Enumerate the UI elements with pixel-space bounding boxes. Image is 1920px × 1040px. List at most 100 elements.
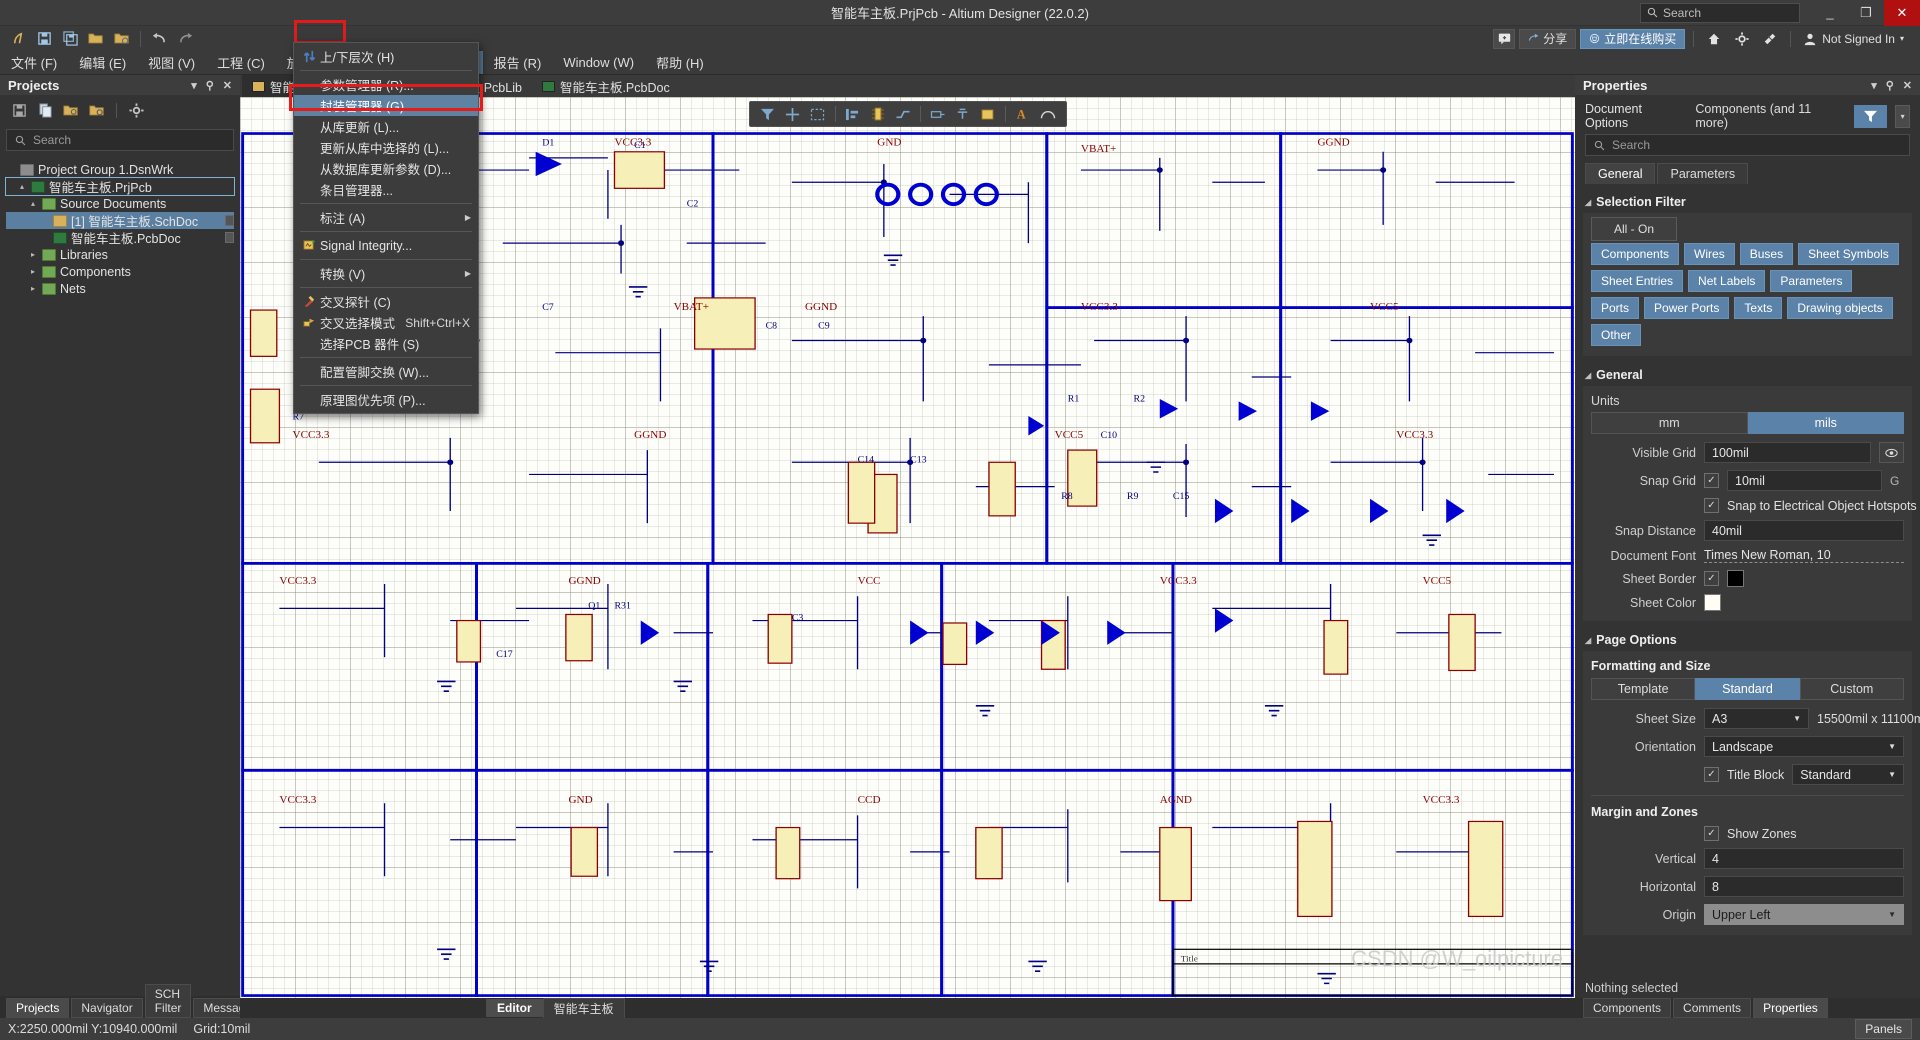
close-icon[interactable]: ✕ (223, 79, 232, 92)
tree-item-1[interactable]: ▴ 智能车主板.PrjPcb (5, 177, 235, 196)
filter-chip-power-ports[interactable]: Power Ports (1644, 297, 1730, 319)
buy-online-button[interactable]: 立即在线购买 (1580, 28, 1686, 49)
open-project-icon[interactable] (62, 101, 80, 119)
align-icon[interactable] (842, 104, 864, 124)
altium-logo-icon[interactable] (6, 28, 30, 50)
snap-distance-input[interactable]: 40mil (1704, 520, 1904, 541)
copy-icon[interactable] (36, 101, 54, 119)
tree-item-4[interactable]: 智能车主板.PcbDoc (6, 229, 234, 246)
tools-menu-item-6[interactable]: 条目管理器... (294, 179, 478, 200)
tools-menu-item-10[interactable]: 交叉探针 (C) (294, 291, 478, 312)
tools-menu-item-11[interactable]: 交叉选择模式 Shift+Ctrl+X (294, 312, 478, 333)
save-icon[interactable] (32, 28, 56, 50)
left-tab-navigator[interactable]: Navigator (71, 998, 143, 1018)
visible-grid-input[interactable]: 100mil (1704, 442, 1871, 463)
filter-chip-components[interactable]: Components (1591, 243, 1680, 265)
left-tab-sch-filter[interactable]: SCH Filter (144, 984, 192, 1018)
close-project-icon[interactable] (88, 101, 106, 119)
save-icon[interactable] (10, 101, 28, 119)
gear-icon[interactable] (1730, 28, 1754, 50)
orientation-select[interactable]: Landscape ▼ (1704, 736, 1904, 757)
undo-icon[interactable] (147, 28, 171, 50)
tree-item-6[interactable]: ▸ Components (6, 263, 234, 280)
sheet-color-swatch[interactable] (1704, 594, 1721, 611)
tools-menu-item-0[interactable]: 上/下层次 (H) (294, 46, 478, 67)
format-option-template[interactable]: Template (1591, 678, 1696, 700)
tools-menu-item-5[interactable]: 从数据库更新参数 (D)... (294, 158, 478, 179)
tree-item-5[interactable]: ▸ Libraries (6, 246, 234, 263)
tools-menu-item-14[interactable]: 原理图优先项 (P)... (294, 389, 478, 410)
properties-bottom-tab-components[interactable]: Components (1583, 998, 1672, 1018)
snap-hotspots-checkbox[interactable]: ✓ (1704, 498, 1719, 513)
doc-tab-2[interactable]: 智能车主板.PcbDoc (532, 75, 680, 97)
tree-item-2[interactable]: ▴ Source Documents (6, 195, 234, 212)
minimize-button[interactable]: _ (1812, 0, 1848, 26)
show-zones-checkbox[interactable]: ✓ (1704, 826, 1719, 841)
close-icon[interactable]: ✕ (1903, 79, 1912, 92)
sheet-border-color-swatch[interactable] (1727, 570, 1744, 587)
format-option-custom[interactable]: Custom (1799, 678, 1904, 700)
filter-chip-other[interactable]: Other (1591, 324, 1642, 346)
tools-menu-item-8[interactable]: Signal Integrity... (294, 235, 478, 256)
tools-menu-item-12[interactable]: 选择PCB 器件 (S) (294, 333, 478, 354)
properties-tab-parameters[interactable]: Parameters (1657, 163, 1749, 184)
vertical-input[interactable]: 4 (1704, 848, 1904, 869)
properties-search-input[interactable]: Search (1585, 134, 1910, 156)
tools-menu-item-7[interactable]: 标注 (A) ▶ (294, 207, 478, 228)
select-area-icon[interactable] (807, 104, 829, 124)
page-options-section-header[interactable]: ◢ Page Options (1575, 627, 1920, 651)
snap-grid-checkbox[interactable]: ✓ (1704, 473, 1719, 488)
filter-chip-drawing-objects[interactable]: Drawing objects (1787, 297, 1893, 319)
crosshair-icon[interactable] (782, 104, 804, 124)
editor-tab-0[interactable]: Editor (486, 999, 543, 1017)
document-font-value[interactable]: Times New Roman, 10 (1704, 548, 1904, 563)
tree-item-0[interactable]: Project Group 1.DsnWrk (6, 161, 234, 178)
open-project-icon[interactable] (110, 28, 134, 50)
close-button[interactable]: ✕ (1884, 0, 1920, 26)
menu-view[interactable]: 视图 (V) (137, 51, 206, 74)
home-icon[interactable] (1702, 28, 1726, 50)
editor-tab-1[interactable]: 智能车主板 (542, 997, 625, 1019)
title-block-select[interactable]: Standard ▼ (1792, 764, 1904, 785)
filter-icon[interactable] (757, 104, 779, 124)
filter-dropdown-button[interactable]: ▾ (1895, 104, 1910, 128)
sheet-border-checkbox[interactable]: ✓ (1704, 571, 1719, 586)
visible-grid-toggle-button[interactable] (1879, 442, 1904, 463)
units-option-mils[interactable]: mils (1747, 412, 1904, 434)
tools-menu-item-1[interactable]: 参数管理器 (R)... (294, 74, 478, 95)
extensions-icon[interactable] (1758, 28, 1782, 50)
collapse-icon[interactable]: ▾ (1871, 79, 1877, 92)
component-icon[interactable] (867, 104, 889, 124)
properties-bottom-tab-comments[interactable]: Comments (1673, 998, 1752, 1018)
pin-icon[interactable]: ⚲ (206, 79, 214, 92)
left-tab-projects[interactable]: Projects (6, 998, 70, 1018)
redo-icon[interactable] (173, 28, 197, 50)
arc-icon[interactable] (1037, 104, 1059, 124)
filter-button[interactable] (1853, 104, 1888, 128)
tools-menu-item-9[interactable]: 转换 (V) ▶ (294, 263, 478, 284)
tools-menu-item-2[interactable]: 封装管理器 (G)... (294, 95, 478, 116)
tree-expander-icon[interactable]: ▸ (28, 284, 38, 293)
menu-reports[interactable]: 报告 (R) (483, 51, 553, 74)
title-block-checkbox[interactable]: ✓ (1704, 767, 1719, 782)
units-option-mm[interactable]: mm (1591, 412, 1748, 434)
filter-chip-buses[interactable]: Buses (1739, 243, 1794, 265)
save-all-icon[interactable] (58, 28, 82, 50)
collapse-icon[interactable]: ▾ (191, 79, 197, 92)
filter-chip-parameters[interactable]: Parameters (1770, 270, 1853, 292)
filter-chip-ports[interactable]: Ports (1591, 297, 1640, 319)
filter-chip-wires[interactable]: Wires (1684, 243, 1735, 265)
text-icon[interactable]: A (1012, 104, 1034, 124)
power-port-icon[interactable] (952, 104, 974, 124)
menu-help[interactable]: 帮助 (H) (645, 51, 715, 74)
pin-icon[interactable]: ⚲ (1886, 79, 1894, 92)
menu-file[interactable]: 文件 (F) (0, 51, 68, 74)
horizontal-input[interactable]: 8 (1704, 876, 1904, 897)
sheet-size-select[interactable]: A3 ▼ (1704, 708, 1809, 729)
menu-project[interactable]: 工程 (C) (206, 51, 276, 74)
sheet-symbol-icon[interactable] (977, 104, 999, 124)
properties-bottom-tab-properties[interactable]: Properties (1753, 998, 1828, 1018)
share-button[interactable]: 分享 (1519, 28, 1577, 49)
filter-chip-sheet-entries[interactable]: Sheet Entries (1591, 270, 1684, 292)
tools-menu-item-3[interactable]: 从库更新 (L)... (294, 116, 478, 137)
